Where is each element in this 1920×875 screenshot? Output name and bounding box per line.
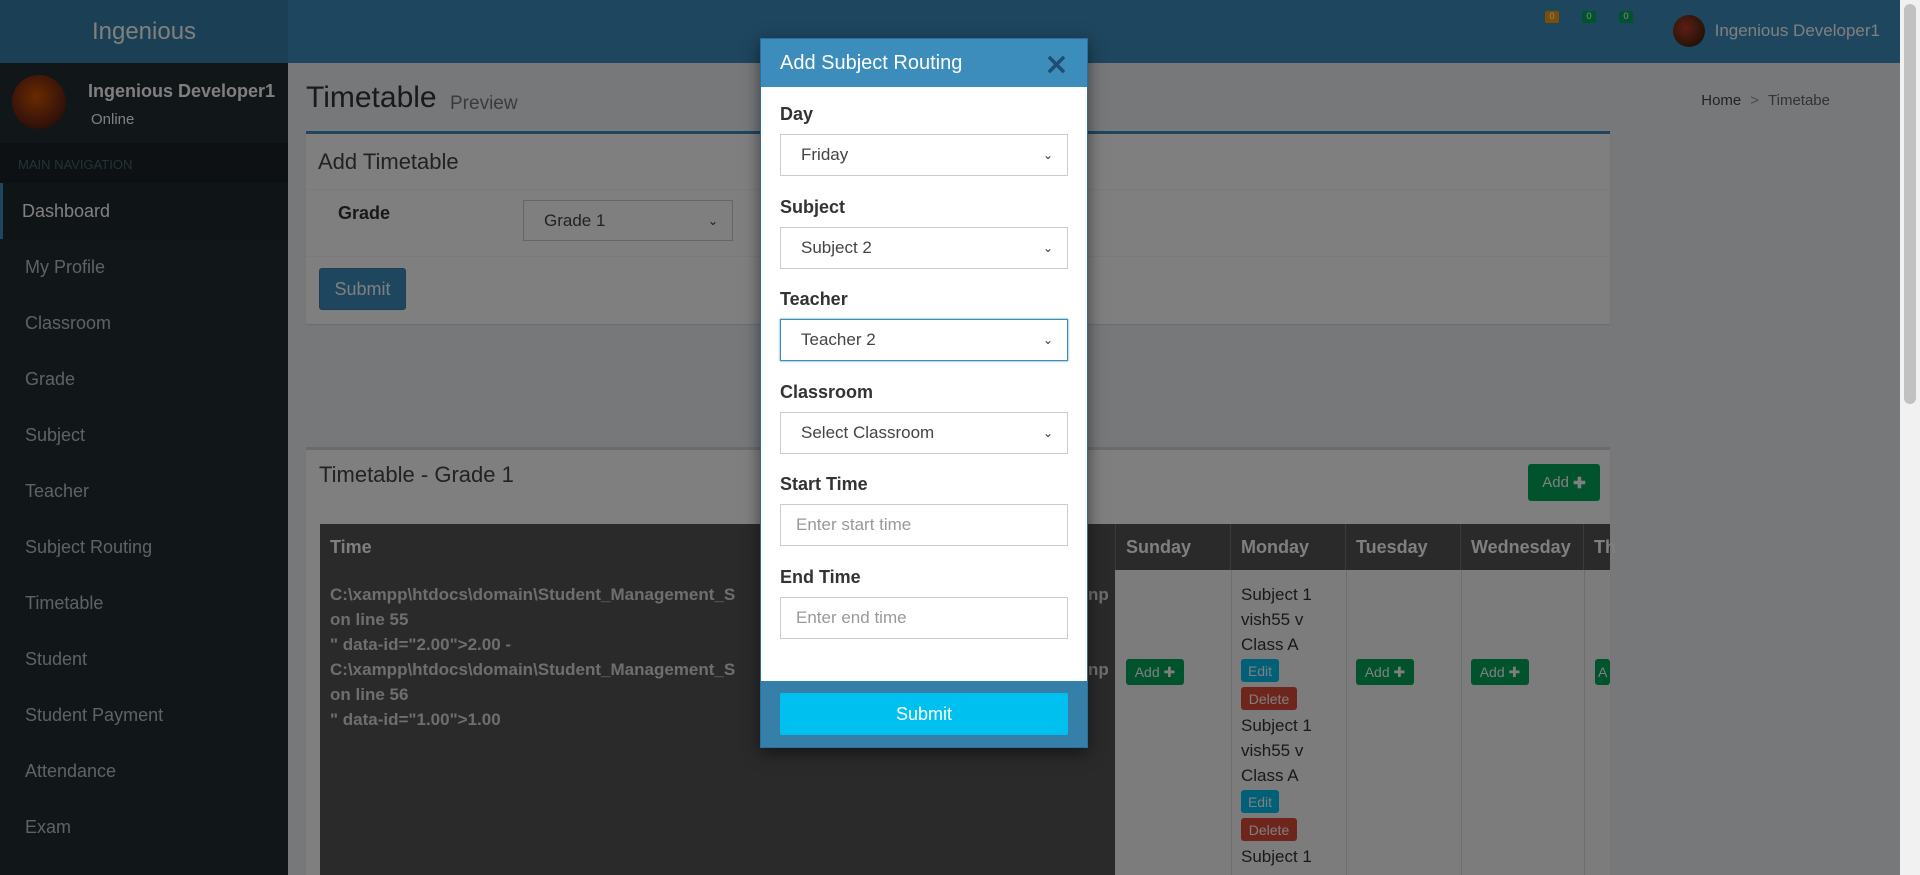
- modal-body: Day Friday ⌄ Subject Subject 2 ⌄ Teacher…: [761, 87, 1087, 681]
- page-scrollbar[interactable]: [1900, 0, 1920, 875]
- modal-title: Add Subject Routing: [780, 51, 963, 74]
- day-field: Day Friday ⌄: [780, 104, 1068, 176]
- subject-select[interactable]: Subject 2 ⌄: [780, 227, 1068, 269]
- close-icon[interactable]: ×: [1044, 47, 1069, 82]
- day-select-value: Friday: [801, 145, 849, 164]
- scrollbar-thumb[interactable]: [1904, 4, 1916, 404]
- day-label: Day: [780, 104, 814, 124]
- modal-submit-button[interactable]: Submit: [780, 693, 1068, 735]
- classroom-select-value: Select Classroom: [801, 423, 935, 442]
- classroom-field: Classroom Select Classroom ⌄: [780, 382, 1068, 454]
- subject-field: Subject Subject 2 ⌄: [780, 197, 1068, 269]
- classroom-select[interactable]: Select Classroom ⌄: [780, 412, 1068, 454]
- classroom-label: Classroom: [780, 382, 874, 402]
- chevron-down-icon: ⌄: [1042, 333, 1053, 347]
- teacher-label: Teacher: [780, 289, 848, 309]
- end-time-input[interactable]: Enter end time: [780, 597, 1068, 639]
- end-time-label: End Time: [780, 567, 861, 587]
- teacher-field: Teacher Teacher 2 ⌄: [780, 289, 1068, 361]
- teacher-select[interactable]: Teacher 2 ⌄: [780, 319, 1068, 361]
- chevron-down-icon: ⌄: [1042, 426, 1053, 440]
- modal-footer: Submit: [761, 681, 1087, 747]
- day-select[interactable]: Friday ⌄: [780, 134, 1068, 176]
- modal-header: Add Subject Routing ×: [761, 39, 1087, 87]
- start-time-input[interactable]: Enter start time: [780, 504, 1068, 546]
- add-subject-routing-modal: Add Subject Routing × Day Friday ⌄ Subje…: [760, 38, 1088, 748]
- subject-select-value: Subject 2: [801, 238, 872, 257]
- subject-label: Subject: [780, 197, 846, 217]
- end-time-field: End Time Enter end time: [780, 567, 1068, 639]
- teacher-select-value: Teacher 2: [801, 330, 876, 349]
- chevron-down-icon: ⌄: [1042, 148, 1053, 162]
- chevron-down-icon: ⌄: [1042, 241, 1053, 255]
- start-time-field: Start Time Enter start time: [780, 474, 1068, 546]
- start-time-label: Start Time: [780, 474, 868, 494]
